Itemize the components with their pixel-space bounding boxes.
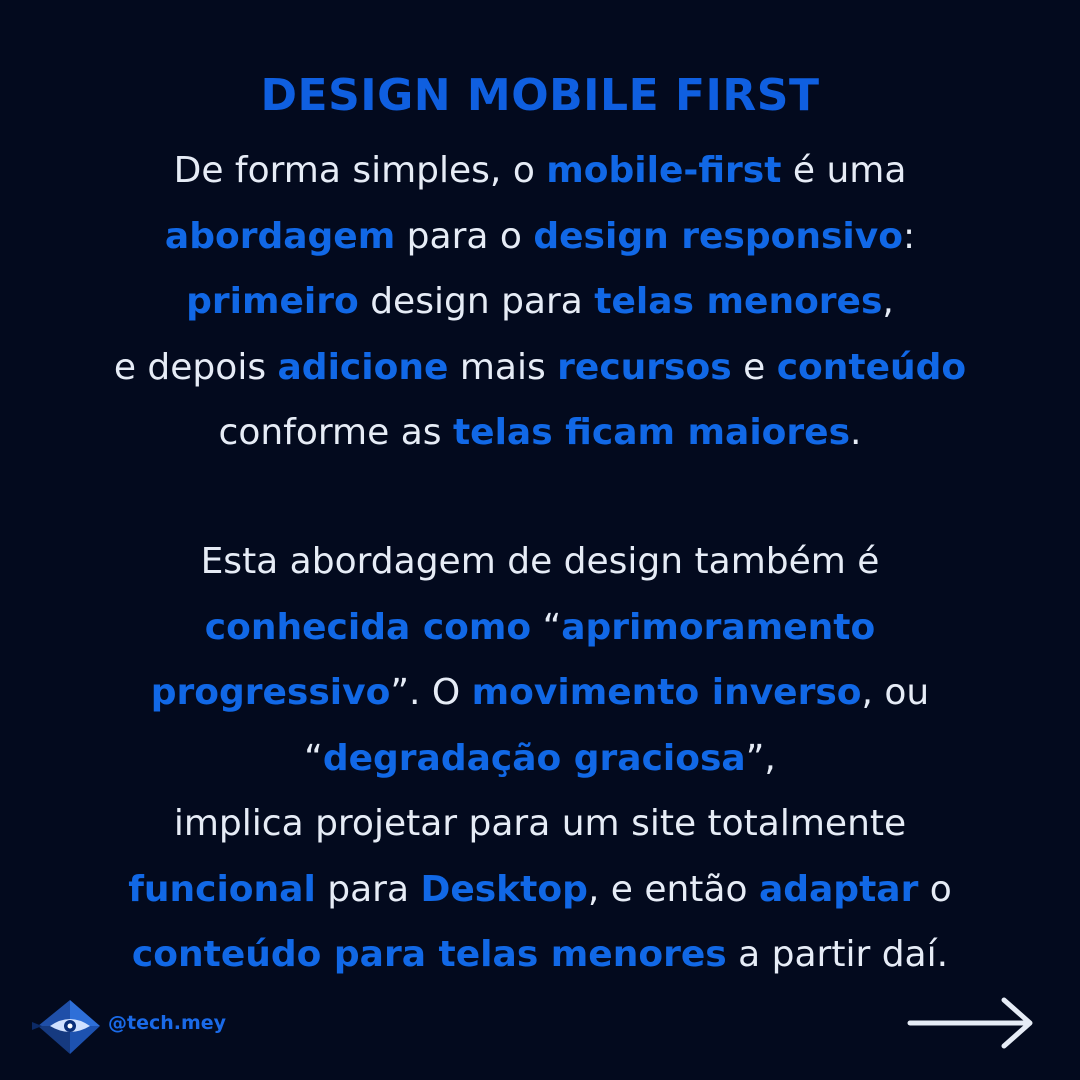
text-line: “degradação graciosa”, [0,726,1080,792]
paragraph-progressive-enhancement: Esta abordagem de design também é conheci… [0,529,1080,988]
body-text: para o [395,215,534,257]
body-text: para [315,868,421,910]
highlighted-text: recursos [557,346,732,388]
body-text: o [918,868,952,910]
body-text: De forma simples, o [173,150,547,191]
body-text: implica projetar para um site totalmente [173,803,907,844]
body-text: Esta abordagem de design também é [200,541,880,582]
author-handle: @tech.mey [108,1012,227,1034]
highlighted-text: movimento inverso [471,672,862,713]
body-text: , [882,281,894,322]
highlighted-text: mobile-first [546,150,782,191]
highlighted-text: conteúdo para telas menores [131,934,727,975]
body-text: : [902,215,916,257]
text-line: abordagem para o design responsivo: [0,204,1080,270]
text-line: progressivo”. O movimento inverso, ou [0,660,1080,726]
text-line: primeiro design para telas menores, [0,269,1080,335]
body-text: ”, [745,737,776,779]
highlighted-text: telas menores [594,281,883,322]
text-line: e depois adicione mais recursos e conteú… [0,335,1080,401]
diamond-eye-logo-icon [32,1000,100,1054]
arrow-right-icon[interactable] [906,996,1038,1058]
page-title: DESIGN MOBILE FIRST [260,70,820,121]
body-text: , ou [861,672,930,713]
highlighted-text: Desktop [420,868,588,910]
highlighted-text: adicione [277,346,449,388]
highlighted-text: conteúdo [776,346,967,388]
body-text: “ [531,606,562,648]
body-text: design para [358,281,595,322]
paragraph-intro: De forma simples, o mobile-first é uma ab… [0,138,1080,466]
highlighted-text: abordagem [164,215,396,257]
highlighted-text: conhecida como [204,606,532,648]
text-line: conteúdo para telas menores a partir daí… [0,922,1080,988]
text-line: conhecida como “aprimoramento [0,595,1080,661]
body-text: e depois [113,346,278,388]
text-line: Esta abordagem de design também é [0,529,1080,595]
highlighted-text: telas ficam maiores [452,412,851,453]
text-line: implica projetar para um site totalmente [0,791,1080,857]
highlighted-text: aprimoramento [561,606,876,648]
body-text: ”. O [390,672,472,713]
highlighted-text: degradação graciosa [322,737,746,779]
body-text: conforme as [218,412,453,453]
highlighted-text: primeiro [186,281,359,322]
body-text: . [850,412,862,453]
body-text: a partir daí. [726,934,949,975]
body-text: mais [448,346,558,388]
highlighted-text: adaptar [758,868,919,910]
text-line: funcional para Desktop, e então adaptar … [0,857,1080,923]
body-text: é uma [781,150,907,191]
highlighted-text: funcional [128,868,316,910]
body-text: “ [304,737,323,779]
body-text: e [731,346,777,388]
highlighted-text: progressivo [150,672,391,713]
highlighted-text: design responsivo [533,215,903,257]
body-text: , e então [587,868,759,910]
text-line: De forma simples, o mobile-first é uma [0,138,1080,204]
text-line: conforme as telas ficam maiores. [0,400,1080,466]
